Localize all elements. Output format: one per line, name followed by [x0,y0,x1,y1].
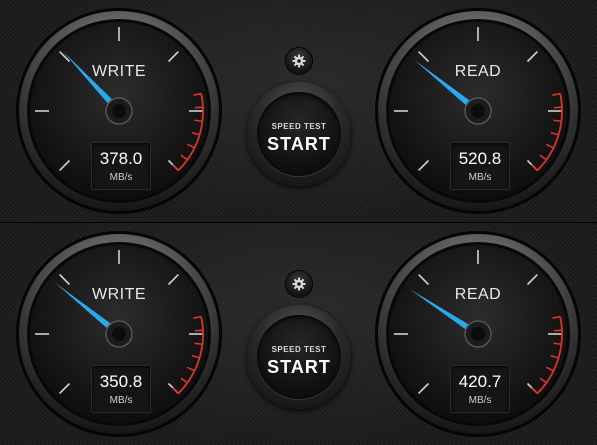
redline-tick [553,119,562,123]
start-label: START [267,357,331,377]
speed-test-panel-2: WRITE 350.8 MB/s SPEED TEST START READ 4… [0,223,597,445]
read-gauge: READ 420.7 MB/s [373,229,583,439]
read-speed-unit: MB/s [468,172,492,183]
gear-icon [292,54,306,68]
read-gauge-label: READ [454,63,502,80]
speed-test-start-button[interactable]: SPEED TEST START [247,305,351,409]
speed-test-start-button[interactable]: SPEED TEST START [247,82,351,186]
write-gauge: WRITE 378.0 MB/s [14,6,224,216]
start-label: START [267,134,331,154]
settings-button[interactable] [286,271,312,297]
redline-tick [553,342,562,346]
write-speed-value: 378.0 [99,149,143,168]
read-speed-readout: 520.8 MB/s [450,142,510,190]
write-speed-unit: MB/s [109,395,133,406]
read-gauge: READ 520.8 MB/s [373,6,583,216]
settings-button[interactable] [286,48,312,74]
gear-icon [292,277,306,291]
redline-tick [194,119,203,123]
write-gauge-label: WRITE [91,63,147,80]
read-speed-readout: 420.7 MB/s [450,365,510,413]
read-speed-value: 420.7 [458,372,502,391]
read-speed-unit: MB/s [468,395,492,406]
write-gauge-label: WRITE [91,286,147,303]
write-speed-readout: 350.8 MB/s [91,365,151,413]
speed-test-panel-1: WRITE 378.0 MB/s SPEED TEST START READ 5… [0,0,597,222]
read-speed-value: 520.8 [458,149,502,168]
write-gauge: WRITE 350.8 MB/s [14,229,224,439]
write-speed-unit: MB/s [109,172,133,183]
write-speed-value: 350.8 [99,372,143,391]
speed-test-caption: SPEED TEST [271,122,327,131]
write-speed-readout: 378.0 MB/s [91,142,151,190]
read-gauge-label: READ [454,286,502,303]
redline-tick [194,342,203,346]
speed-test-caption: SPEED TEST [271,345,327,354]
